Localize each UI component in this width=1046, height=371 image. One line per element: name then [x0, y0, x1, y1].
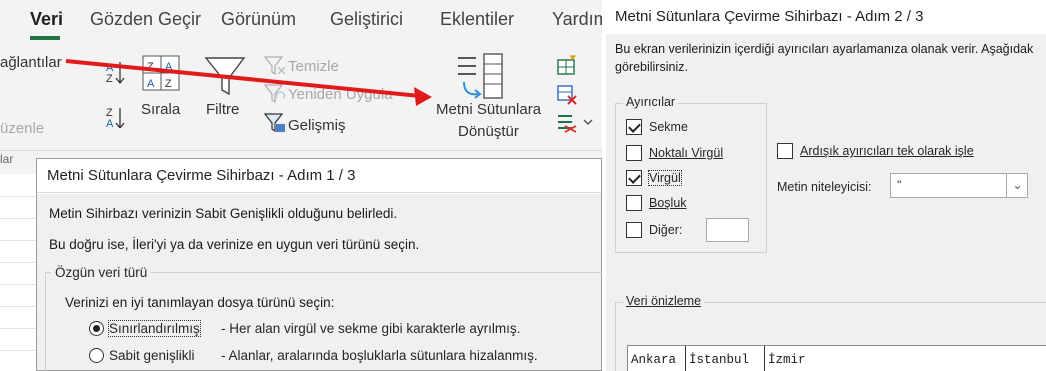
space-delimiter-label[interactable]: Boşluk: [649, 196, 687, 210]
sort-az-za-icon[interactable]: A Z Z A: [104, 58, 132, 128]
grid-row-line: [0, 240, 40, 241]
sort-button[interactable]: Sırala: [141, 101, 180, 118]
reapply-filter-button[interactable]: Yeniden Uygula: [288, 86, 393, 103]
comma-delimiter-checkbox[interactable]: [626, 170, 642, 186]
grid-row-line: [0, 350, 40, 351]
instruction-text: Bu doğru ise, İleri'yi ya da verinize en…: [49, 237, 420, 252]
text-to-columns-label-line2: Dönüştür: [458, 123, 519, 140]
delimited-radio[interactable]: [89, 321, 104, 336]
data-preview-grid[interactable]: Ankara İstanbul İzmir: [627, 345, 1046, 371]
semicolon-delimiter-checkbox[interactable]: [626, 145, 642, 161]
grid-row-line: [0, 328, 40, 329]
detected-type-text: Metin Sihirbazı verinizin Sabit Genişlik…: [49, 206, 398, 221]
filter-button[interactable]: Filtre: [206, 101, 239, 118]
edit-links-button[interactable]: üzenle: [0, 120, 44, 137]
delimited-radio-label[interactable]: Sınırlandırılmış: [108, 320, 201, 337]
fixed-width-description: - Alanlar, aralarında boşluklarla sütunl…: [221, 348, 538, 363]
text-to-columns-button[interactable]: Metni Sütunlara: [436, 101, 541, 118]
active-tab-indicator: [30, 36, 60, 40]
wizard-step2-title: Metni Sütunlara Çevirme Sihirbazı - Adım…: [606, 0, 1046, 34]
grid-row-line: [0, 306, 40, 307]
text-to-columns-icon[interactable]: [456, 52, 504, 104]
grid-row-line: [0, 284, 40, 285]
step2-description-line2: görebilirsiniz.: [615, 60, 688, 74]
tab-view[interactable]: Görünüm: [221, 9, 296, 30]
advanced-filter-icon: [264, 113, 285, 133]
wizard-step2-dialog: Metni Sütunlara Çevirme Sihirbazı - Adım…: [606, 0, 1046, 371]
text-qualifier-label: Metin niteleyicisi:: [777, 180, 872, 194]
advanced-filter-button[interactable]: Gelişmiş: [288, 117, 346, 134]
semicolon-delimiter-label[interactable]: Noktalı Virgül: [649, 146, 723, 160]
reapply-filter-icon: [264, 84, 286, 104]
tab-addins[interactable]: Eklentiler: [440, 9, 514, 30]
fixed-width-radio-label[interactable]: Sabit genişlikli: [109, 348, 195, 363]
svg-text:Z: Z: [106, 73, 113, 85]
sort-icon[interactable]: Z A A Z: [142, 55, 182, 93]
step2-description-line1: Bu ekran verilerinizin içerdiği ayırıcıl…: [615, 42, 1034, 56]
other-delimiter-input[interactable]: [706, 218, 749, 242]
original-data-type-legend: Özgün veri türü: [51, 265, 152, 280]
wizard-step1-dialog: Metni Sütunlara Çevirme Sihirbazı - Adım…: [36, 158, 605, 371]
consecutive-delimiters-checkbox[interactable]: [777, 143, 793, 159]
svg-text:A: A: [165, 61, 173, 73]
grid-row-line: [0, 218, 40, 219]
chevron-down-icon[interactable]: ⌄: [1006, 173, 1028, 198]
other-delimiter-checkbox[interactable]: [626, 222, 642, 238]
tab-delimiter-label[interactable]: Sekme: [649, 120, 688, 134]
fixed-width-radio[interactable]: [89, 348, 104, 363]
svg-text:Z: Z: [165, 78, 172, 90]
queries-group-label: lar: [0, 152, 14, 166]
space-delimiter-checkbox[interactable]: [626, 195, 642, 211]
preview-cell: İstanbul: [686, 346, 765, 371]
comma-delimiter-label[interactable]: Virgül: [648, 170, 682, 186]
flash-fill-icon[interactable]: [556, 55, 578, 77]
delimited-description: - Her alan virgül ve sekme gibi karakter…: [221, 321, 521, 336]
worksheet-area[interactable]: [0, 174, 40, 371]
tab-help[interactable]: Yardım: [552, 9, 602, 30]
delimiters-legend: Ayırıcılar: [623, 95, 679, 109]
choose-file-type-text: Verinizi en iyi tanımlayan dosya türünü …: [65, 295, 335, 310]
svg-text:Z: Z: [147, 61, 154, 73]
clear-filter-icon: [264, 56, 286, 76]
preview-cell: Ankara: [628, 346, 686, 371]
clear-filter-button[interactable]: Temizle: [288, 58, 339, 75]
preview-cell: İzmir: [768, 353, 806, 367]
wizard-step1-body: Metin Sihirbazı verinizin Sabit Genişlik…: [37, 194, 605, 371]
grid-row-line: [0, 196, 40, 197]
remove-duplicates-icon[interactable]: [556, 84, 578, 106]
other-delimiter-label[interactable]: Diğer:: [649, 223, 682, 237]
grid-row-line: [0, 262, 40, 263]
connections-button[interactable]: ağlantılar: [0, 54, 62, 71]
ribbon-bottom-border: [0, 150, 602, 151]
tab-delimiter-checkbox[interactable]: [626, 119, 642, 135]
tab-developer[interactable]: Geliştirici: [330, 9, 403, 30]
tab-review[interactable]: Gözden Geçir: [90, 9, 201, 30]
wizard-step1-title: Metni Sütunlara Çevirme Sihirbazı - Adım…: [37, 159, 601, 193]
consecutive-delimiters-label[interactable]: Ardışık ayırıcıları tek olarak işle: [800, 144, 974, 158]
filter-funnel-icon[interactable]: [204, 56, 248, 98]
data-validation-icon[interactable]: [556, 112, 596, 134]
tab-data[interactable]: Veri: [30, 9, 63, 30]
data-preview-legend: Veri önizleme: [623, 294, 705, 308]
svg-text:A: A: [147, 78, 155, 90]
svg-text:A: A: [106, 118, 114, 128]
